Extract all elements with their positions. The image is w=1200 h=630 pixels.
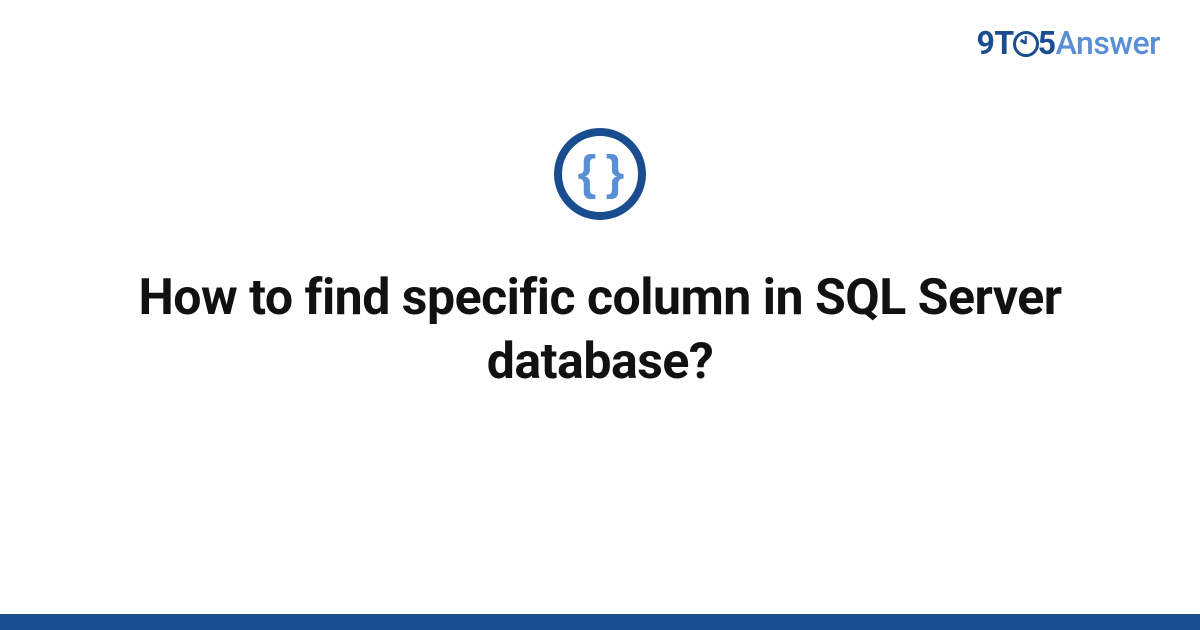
- main-content: { } How to find specific column in SQL S…: [0, 128, 1200, 394]
- code-braces-icon: { }: [578, 150, 623, 198]
- brand-logo: 9T 5Answer: [977, 24, 1160, 62]
- category-badge: { }: [554, 128, 646, 220]
- bottom-accent-bar: [0, 614, 1200, 630]
- brand-text-answer: Answer: [1056, 24, 1160, 62]
- brand-text-5: 5: [1038, 24, 1056, 62]
- brand-text-9t: 9T: [977, 24, 1014, 62]
- clock-icon: [1013, 31, 1039, 57]
- question-title: How to find specific column in SQL Serve…: [120, 266, 1080, 394]
